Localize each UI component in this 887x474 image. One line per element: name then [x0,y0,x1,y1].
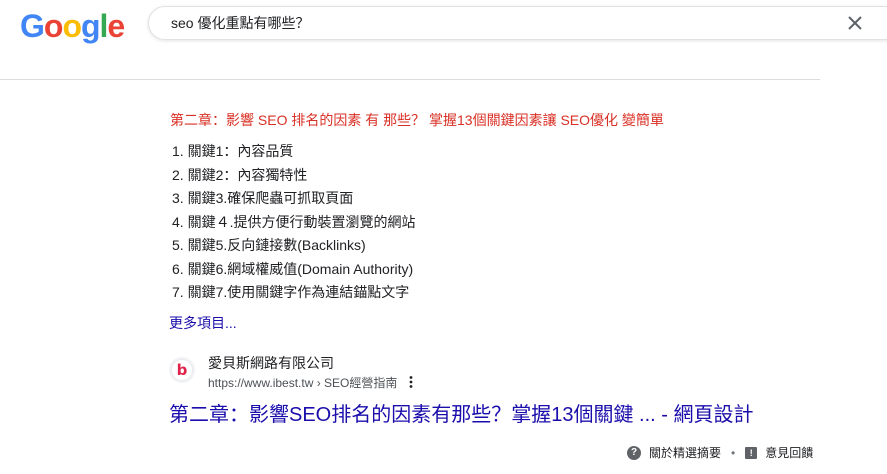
list-item: 6. 關鍵6.網域權威值(Domain Authority) [172,260,414,277]
logo-letter: g [80,8,101,44]
logo-letter: o [43,8,64,44]
favicon-letter: b [171,359,193,381]
more-items-link[interactable]: 更多項目... [169,313,237,333]
logo-letter: e [107,8,125,44]
site-url[interactable]: https://www.ibest.tw › SEO經營指南 [208,374,397,391]
list-item: 1. 關鍵1：內容品質 [172,143,294,159]
feedback-button[interactable]: ! 意見回饋 [745,444,813,461]
search-input[interactable] [171,15,771,31]
close-icon[interactable] [845,13,865,33]
list-item: 5. 關鍵5.反向鏈接數(Backlinks) [172,237,366,253]
more-options-icon[interactable] [406,375,416,389]
site-favicon[interactable]: b [169,357,195,383]
list-item: 7. 關鍵7.使用關鍵字作為連結錨點文字 [172,284,410,300]
logo-letter: G [20,8,45,44]
list-item: 4. 關鍵４.提供方便行動裝置瀏覽的網站 [172,213,416,230]
footer-separator: • [731,445,736,460]
list-item: 2. 關鍵2：內容獨特性 [172,166,308,183]
result-title-link[interactable]: 第二章：影響SEO排名的因素有那些？掌握13個關鍵 ... - 網頁設計 [169,398,753,427]
google-logo[interactable]: Google [20,8,125,44]
featured-snippet-list: 1. 關鍵1：內容品質 2. 關鍵2：內容獨特性 3. 關鍵3.確保爬蟲可抓取頁… [172,140,415,305]
site-name[interactable]: 愛貝斯網路有限公司 [208,353,334,373]
list-item: 3. 關鍵3.確保爬蟲可抓取頁面 [172,190,354,206]
about-snippets-label: 關於精選摘要 [649,446,722,460]
logo-letter: l [99,8,109,44]
feedback-icon: ! [745,446,758,459]
feedback-label: 意見回饋 [765,446,814,460]
about-snippets-button[interactable]: ? 關於精選摘要 [627,444,721,461]
header-divider [0,79,820,80]
search-box [148,6,887,40]
featured-snippet-heading: 第二章：影響 SEO 排名的因素 有 那些？ 掌握13個關鍵因素讓 SEO優化 … [170,112,664,128]
snippet-footer: ? 關於精選摘要 • ! 意見回饋 [627,444,813,461]
help-icon: ? [627,445,641,460]
logo-letter: o [62,8,82,44]
